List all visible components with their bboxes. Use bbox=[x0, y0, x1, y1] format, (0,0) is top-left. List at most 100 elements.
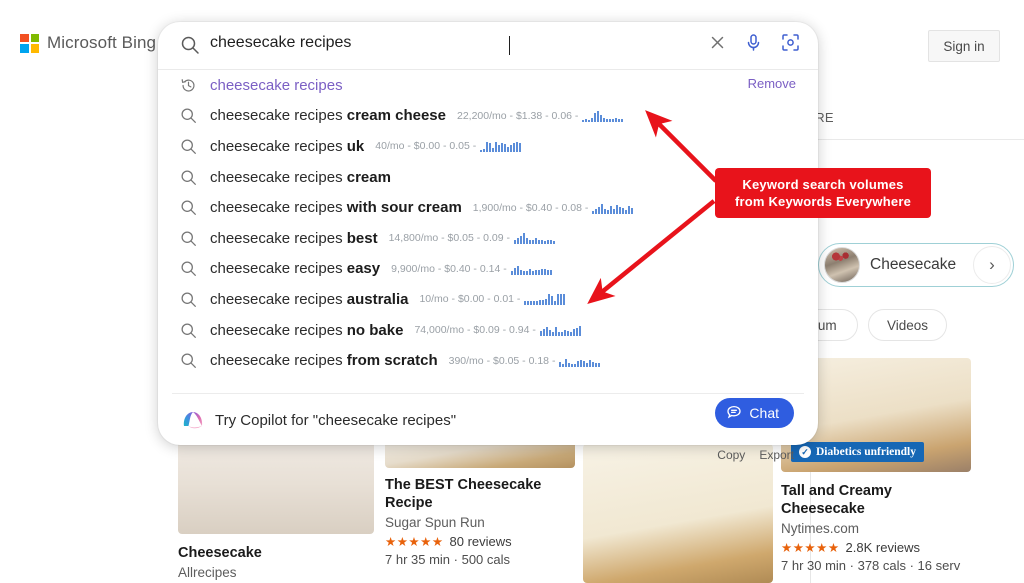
review-count: 80 reviews bbox=[449, 534, 512, 549]
visual-search-icon[interactable] bbox=[781, 33, 800, 57]
keyword-metrics: 9,900/mo - $0.40 - 0.14 - bbox=[391, 263, 552, 275]
search-icon bbox=[180, 322, 202, 339]
chat-button[interactable]: Chat bbox=[715, 398, 794, 428]
keyword-metrics: 40/mo - $0.00 - 0.05 - bbox=[375, 140, 522, 153]
suggestion-row[interactable]: cheesecake recipes cream cheese 22,200/mo… bbox=[158, 101, 818, 132]
keyword-metrics: 390/mo - $0.05 - 0.18 - bbox=[449, 355, 601, 367]
result-title[interactable]: Cheesecake bbox=[178, 544, 374, 562]
suggestion-label: cheesecake recipes easy bbox=[210, 260, 381, 278]
result-rating: ★★★★★ 80 reviews bbox=[385, 534, 575, 549]
search-icon bbox=[180, 169, 202, 186]
result-card-2[interactable]: The BEST Cheesecake Recipe Sugar Spun Ru… bbox=[385, 440, 575, 567]
bing-logo[interactable]: Microsoft Bing bbox=[20, 33, 156, 53]
brand-label: Microsoft Bing bbox=[47, 33, 157, 52]
search-actions bbox=[709, 33, 800, 57]
suggestion-label: cheesecake recipes best bbox=[210, 229, 378, 247]
keyword-trend-sparkline bbox=[559, 356, 601, 367]
suggestion-row[interactable]: cheesecake recipes easy 9,900/mo - $0.40 … bbox=[158, 254, 818, 285]
entity-label: Cheesecake bbox=[870, 256, 957, 273]
suggestion-label: cheesecake recipes from scratch bbox=[210, 352, 438, 370]
search-icon bbox=[180, 352, 202, 369]
search-icon bbox=[180, 199, 202, 216]
star-rating-icon: ★★★★★ bbox=[385, 535, 444, 549]
entity-pill-cheesecake[interactable]: Cheesecake › bbox=[818, 243, 1014, 287]
keyword-metrics: 10/mo - $0.00 - 0.01 - bbox=[419, 293, 566, 306]
suggestion-label: cheesecake recipes australia bbox=[210, 290, 409, 308]
keyword-metrics: 22,200/mo - $1.38 - 0.06 - bbox=[457, 109, 624, 122]
suggestion-row[interactable]: cheesecake recipes best 14,800/mo - $0.05… bbox=[158, 223, 818, 254]
suggestion-label: cheesecake recipes with sour cream bbox=[210, 199, 462, 217]
copilot-icon bbox=[180, 407, 206, 433]
result-card-3[interactable] bbox=[583, 444, 773, 583]
check-icon: ✓ bbox=[799, 446, 811, 458]
panel-divider bbox=[172, 393, 804, 394]
keyword-trend-sparkline bbox=[524, 294, 566, 306]
keyword-trend-sparkline bbox=[514, 233, 555, 245]
keyword-metrics-text: 390/mo - $0.05 - 0.18 - bbox=[448, 354, 556, 367]
search-input[interactable] bbox=[210, 34, 790, 52]
search-bar bbox=[158, 22, 818, 70]
bing-search-page: Microsoft Bing Sign in ORE Cheesecake › … bbox=[0, 0, 1024, 583]
export-button[interactable]: Export bbox=[759, 448, 794, 462]
copy-button[interactable]: Copy bbox=[717, 448, 745, 462]
status-badge-label: Diabetics unfriendly bbox=[816, 446, 916, 458]
suggestion-label: cheesecake recipes cream cheese bbox=[210, 107, 446, 125]
keyword-trend-sparkline bbox=[539, 325, 581, 337]
suggestion-label: cheesecake recipes uk bbox=[210, 137, 365, 155]
star-rating-icon: ★★★★★ bbox=[781, 541, 840, 555]
keyword-trend-sparkline bbox=[510, 264, 552, 275]
suggestion-row[interactable]: cheesecake recipes uk 40/mo - $0.00 - 0.0… bbox=[158, 131, 818, 162]
text-caret bbox=[509, 36, 510, 55]
copilot-label: Try Copilot for "cheesecake recipes" bbox=[215, 411, 457, 429]
keyword-metrics: 14,800/mo - $0.05 - 0.09 - bbox=[388, 232, 555, 245]
suggestion-label: cheesecake recipes bbox=[210, 76, 343, 94]
annotation-callout: Keyword search volumes from Keywords Eve… bbox=[715, 168, 931, 218]
suggestion-row[interactable]: cheesecake recipes australia 10/mo - $0.0… bbox=[158, 284, 818, 315]
keyword-metrics-text: 22,200/mo - $1.38 - 0.06 - bbox=[457, 109, 579, 122]
history-icon bbox=[180, 77, 202, 94]
keyword-metrics-text: 74,000/mo - $0.09 - 0.94 - bbox=[414, 324, 536, 337]
search-dropdown-panel: cheesecake recipesRemovecheesecake recip… bbox=[158, 22, 818, 462]
microsoft-squares-icon bbox=[20, 33, 39, 53]
keyword-metrics-text: 14,800/mo - $0.05 - 0.09 - bbox=[388, 232, 510, 245]
suggestion-row[interactable]: cheesecake recipes Remove bbox=[158, 70, 818, 101]
sign-in-button[interactable]: Sign in bbox=[928, 30, 1000, 62]
result-source: Allrecipes bbox=[178, 565, 237, 580]
annotation-line-1: Keyword search volumes bbox=[742, 177, 904, 192]
search-icon bbox=[180, 291, 202, 308]
keyword-trend-sparkline bbox=[582, 110, 624, 122]
result-card-1[interactable]: Cheesecake Allrecipes bbox=[178, 442, 374, 580]
suggestion-label: cheesecake recipes cream bbox=[210, 168, 391, 186]
search-icon bbox=[180, 107, 202, 124]
keyword-metrics: 1,900/mo - $0.40 - 0.08 - bbox=[473, 202, 634, 214]
microphone-icon[interactable] bbox=[745, 33, 762, 57]
keyword-metrics-text: 9,900/mo - $0.40 - 0.14 - bbox=[391, 262, 507, 275]
result-meta: 7 hr 35 min · 500 cals bbox=[385, 552, 511, 567]
search-icon bbox=[180, 230, 202, 247]
keyword-trend-sparkline bbox=[592, 203, 634, 214]
suggestion-label: cheesecake recipes no bake bbox=[210, 321, 404, 339]
search-icon bbox=[180, 138, 202, 155]
copilot-row[interactable]: Try Copilot for "cheesecake recipes" Cha… bbox=[158, 398, 818, 440]
result-rating: ★★★★★ 2.8K reviews bbox=[781, 540, 971, 555]
cheesecake-thumbnail-icon bbox=[824, 247, 860, 283]
suggestion-list: cheesecake recipes Remove cheesecake recip… bbox=[158, 70, 818, 376]
clear-icon[interactable] bbox=[709, 34, 726, 56]
keyword-metrics: 74,000/mo - $0.09 - 0.94 - bbox=[414, 324, 581, 337]
keywords-everywhere-actions: Copy Export bbox=[717, 448, 794, 462]
suggestion-row[interactable]: cheesecake recipes from scratch 390/mo - … bbox=[158, 345, 818, 376]
keyword-trend-sparkline bbox=[480, 141, 522, 153]
result-title[interactable]: Tall and Creamy Cheesecake bbox=[781, 482, 971, 518]
result-source: Sugar Spun Run bbox=[385, 515, 485, 530]
nav-underline bbox=[812, 139, 1024, 140]
result-title[interactable]: The BEST Cheesecake Recipe bbox=[385, 476, 575, 512]
remove-history-link[interactable]: Remove bbox=[748, 76, 796, 91]
chevron-right-icon[interactable]: › bbox=[973, 246, 1011, 284]
keyword-metrics-text: 1,900/mo - $0.40 - 0.08 - bbox=[472, 201, 589, 214]
keyword-metrics-text: 10/mo - $0.00 - 0.01 - bbox=[419, 293, 521, 306]
filter-pill-videos[interactable]: Videos bbox=[868, 309, 947, 341]
chat-bubble-icon bbox=[726, 404, 742, 423]
suggestion-row[interactable]: cheesecake recipes no bake 74,000/mo - $0… bbox=[158, 315, 818, 346]
result-source: Nytimes.com bbox=[781, 521, 860, 536]
annotation-line-2: from Keywords Everywhere bbox=[734, 194, 912, 209]
